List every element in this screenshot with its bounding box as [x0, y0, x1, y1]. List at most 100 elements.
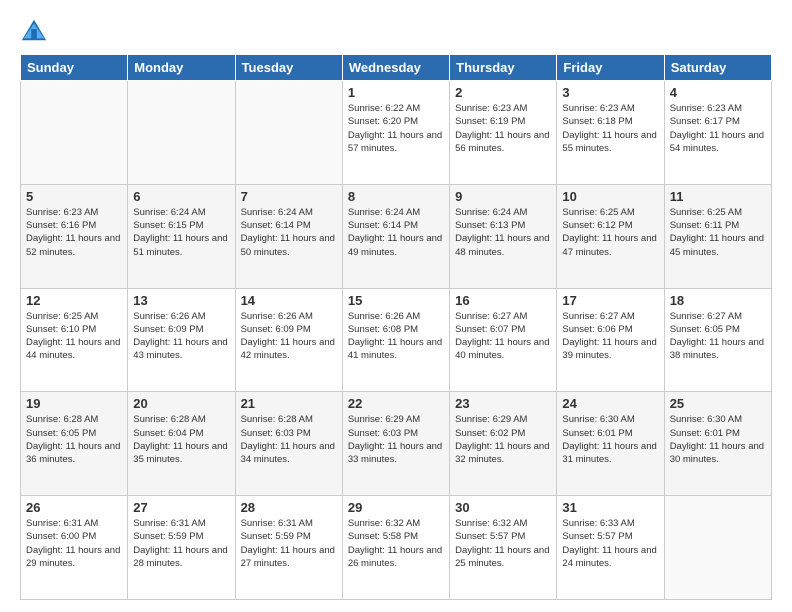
day-number: 17: [562, 293, 658, 308]
day-info: Sunrise: 6:23 AM Sunset: 6:17 PM Dayligh…: [670, 102, 766, 155]
day-number: 22: [348, 396, 444, 411]
day-cell: [21, 81, 128, 185]
day-number: 12: [26, 293, 122, 308]
day-number: 26: [26, 500, 122, 515]
weekday-header-wednesday: Wednesday: [342, 55, 449, 81]
weekday-header-monday: Monday: [128, 55, 235, 81]
weekday-header-row: SundayMondayTuesdayWednesdayThursdayFrid…: [21, 55, 772, 81]
weekday-header-thursday: Thursday: [450, 55, 557, 81]
day-cell: 16 Sunrise: 6:27 AM Sunset: 6:07 PM Dayli…: [450, 288, 557, 392]
day-cell: 26Sunrise: 6:31 AM Sunset: 6:00 PM Dayli…: [21, 496, 128, 600]
day-info: Sunrise: 6:27 AM Sunset: 6:06 PM Dayligh…: [562, 310, 658, 363]
day-number: 2: [455, 85, 551, 100]
day-cell: [235, 81, 342, 185]
day-number: 24: [562, 396, 658, 411]
day-info: Sunrise: 6:31 AM Sunset: 5:59 PM Dayligh…: [133, 517, 229, 570]
day-number: 13: [133, 293, 229, 308]
day-cell: 11 Sunrise: 6:25 AM Sunset: 6:11 PM Dayli…: [664, 184, 771, 288]
header: [20, 16, 772, 44]
day-number: 10: [562, 189, 658, 204]
day-info: Sunrise: 6:30 AM Sunset: 6:01 PM Dayligh…: [562, 413, 658, 466]
page: SundayMondayTuesdayWednesdayThursdayFrid…: [0, 0, 792, 612]
day-info: Sunrise: 6:23 AM Sunset: 6:16 PM Dayligh…: [26, 206, 122, 259]
day-number: 6: [133, 189, 229, 204]
day-info: Sunrise: 6:28 AM Sunset: 6:05 PM Dayligh…: [26, 413, 122, 466]
day-cell: 1 Sunrise: 6:22 AM Sunset: 6:20 PM Daylig…: [342, 81, 449, 185]
week-row-3: 12 Sunrise: 6:25 AM Sunset: 6:10 PM Dayli…: [21, 288, 772, 392]
day-cell: 29 Sunrise: 6:32 AM Sunset: 5:58 PM Dayli…: [342, 496, 449, 600]
day-info: Sunrise: 6:25 AM Sunset: 6:12 PM Dayligh…: [562, 206, 658, 259]
day-cell: 23Sunrise: 6:29 AM Sunset: 6:02 PM Dayli…: [450, 392, 557, 496]
day-number: 19: [26, 396, 122, 411]
day-cell: 31 Sunrise: 6:33 AM Sunset: 5:57 PM Dayli…: [557, 496, 664, 600]
day-info: Sunrise: 6:27 AM Sunset: 6:05 PM Dayligh…: [670, 310, 766, 363]
day-info: Sunrise: 6:26 AM Sunset: 6:09 PM Dayligh…: [133, 310, 229, 363]
day-cell: [128, 81, 235, 185]
day-info: Sunrise: 6:28 AM Sunset: 6:04 PM Dayligh…: [133, 413, 229, 466]
weekday-header-friday: Friday: [557, 55, 664, 81]
day-number: 18: [670, 293, 766, 308]
day-number: 11: [670, 189, 766, 204]
day-cell: 22 Sunrise: 6:29 AM Sunset: 6:03 PM Dayli…: [342, 392, 449, 496]
day-info: Sunrise: 6:33 AM Sunset: 5:57 PM Dayligh…: [562, 517, 658, 570]
day-number: 1: [348, 85, 444, 100]
calendar-table: SundayMondayTuesdayWednesdayThursdayFrid…: [20, 54, 772, 600]
day-cell: 4 Sunrise: 6:23 AM Sunset: 6:17 PM Daylig…: [664, 81, 771, 185]
day-number: 30: [455, 500, 551, 515]
day-info: Sunrise: 6:27 AM Sunset: 6:07 PM Dayligh…: [455, 310, 551, 363]
day-number: 4: [670, 85, 766, 100]
day-cell: 9Sunrise: 6:24 AM Sunset: 6:13 PM Daylig…: [450, 184, 557, 288]
day-cell: [664, 496, 771, 600]
day-number: 16: [455, 293, 551, 308]
day-number: 20: [133, 396, 229, 411]
day-number: 25: [670, 396, 766, 411]
day-cell: 15 Sunrise: 6:26 AM Sunset: 6:08 PM Dayli…: [342, 288, 449, 392]
day-info: Sunrise: 6:23 AM Sunset: 6:18 PM Dayligh…: [562, 102, 658, 155]
day-number: 23: [455, 396, 551, 411]
day-info: Sunrise: 6:24 AM Sunset: 6:15 PM Dayligh…: [133, 206, 229, 259]
day-cell: 21 Sunrise: 6:28 AM Sunset: 6:03 PM Dayli…: [235, 392, 342, 496]
day-info: Sunrise: 6:23 AM Sunset: 6:19 PM Dayligh…: [455, 102, 551, 155]
day-number: 21: [241, 396, 337, 411]
day-info: Sunrise: 6:28 AM Sunset: 6:03 PM Dayligh…: [241, 413, 337, 466]
day-info: Sunrise: 6:26 AM Sunset: 6:08 PM Dayligh…: [348, 310, 444, 363]
day-info: Sunrise: 6:29 AM Sunset: 6:03 PM Dayligh…: [348, 413, 444, 466]
day-number: 5: [26, 189, 122, 204]
logo-icon: [20, 16, 48, 44]
day-info: Sunrise: 6:32 AM Sunset: 5:57 PM Dayligh…: [455, 517, 551, 570]
day-cell: 10 Sunrise: 6:25 AM Sunset: 6:12 PM Dayli…: [557, 184, 664, 288]
day-number: 27: [133, 500, 229, 515]
day-number: 8: [348, 189, 444, 204]
day-info: Sunrise: 6:22 AM Sunset: 6:20 PM Dayligh…: [348, 102, 444, 155]
day-number: 15: [348, 293, 444, 308]
day-cell: 8 Sunrise: 6:24 AM Sunset: 6:14 PM Daylig…: [342, 184, 449, 288]
day-info: Sunrise: 6:24 AM Sunset: 6:13 PM Dayligh…: [455, 206, 551, 259]
week-row-4: 19 Sunrise: 6:28 AM Sunset: 6:05 PM Dayli…: [21, 392, 772, 496]
day-cell: 30 Sunrise: 6:32 AM Sunset: 5:57 PM Dayli…: [450, 496, 557, 600]
day-number: 31: [562, 500, 658, 515]
day-number: 3: [562, 85, 658, 100]
day-cell: 6 Sunrise: 6:24 AM Sunset: 6:15 PM Daylig…: [128, 184, 235, 288]
day-cell: 14Sunrise: 6:26 AM Sunset: 6:09 PM Dayli…: [235, 288, 342, 392]
day-info: Sunrise: 6:32 AM Sunset: 5:58 PM Dayligh…: [348, 517, 444, 570]
day-info: Sunrise: 6:31 AM Sunset: 5:59 PM Dayligh…: [241, 517, 337, 570]
day-info: Sunrise: 6:25 AM Sunset: 6:10 PM Dayligh…: [26, 310, 122, 363]
weekday-header-saturday: Saturday: [664, 55, 771, 81]
week-row-2: 5 Sunrise: 6:23 AM Sunset: 6:16 PM Daylig…: [21, 184, 772, 288]
day-info: Sunrise: 6:26 AM Sunset: 6:09 PM Dayligh…: [241, 310, 337, 363]
day-cell: 28Sunrise: 6:31 AM Sunset: 5:59 PM Dayli…: [235, 496, 342, 600]
day-cell: 25Sunrise: 6:30 AM Sunset: 6:01 PM Dayli…: [664, 392, 771, 496]
day-cell: 7Sunrise: 6:24 AM Sunset: 6:14 PM Daylig…: [235, 184, 342, 288]
day-info: Sunrise: 6:24 AM Sunset: 6:14 PM Dayligh…: [241, 206, 337, 259]
day-cell: 20 Sunrise: 6:28 AM Sunset: 6:04 PM Dayli…: [128, 392, 235, 496]
week-row-5: 26Sunrise: 6:31 AM Sunset: 6:00 PM Dayli…: [21, 496, 772, 600]
day-number: 29: [348, 500, 444, 515]
day-cell: 12 Sunrise: 6:25 AM Sunset: 6:10 PM Dayli…: [21, 288, 128, 392]
day-cell: 2 Sunrise: 6:23 AM Sunset: 6:19 PM Daylig…: [450, 81, 557, 185]
day-info: Sunrise: 6:24 AM Sunset: 6:14 PM Dayligh…: [348, 206, 444, 259]
day-cell: 13 Sunrise: 6:26 AM Sunset: 6:09 PM Dayli…: [128, 288, 235, 392]
week-row-1: 1 Sunrise: 6:22 AM Sunset: 6:20 PM Daylig…: [21, 81, 772, 185]
day-cell: 24 Sunrise: 6:30 AM Sunset: 6:01 PM Dayli…: [557, 392, 664, 496]
day-info: Sunrise: 6:25 AM Sunset: 6:11 PM Dayligh…: [670, 206, 766, 259]
day-cell: 17 Sunrise: 6:27 AM Sunset: 6:06 PM Dayli…: [557, 288, 664, 392]
